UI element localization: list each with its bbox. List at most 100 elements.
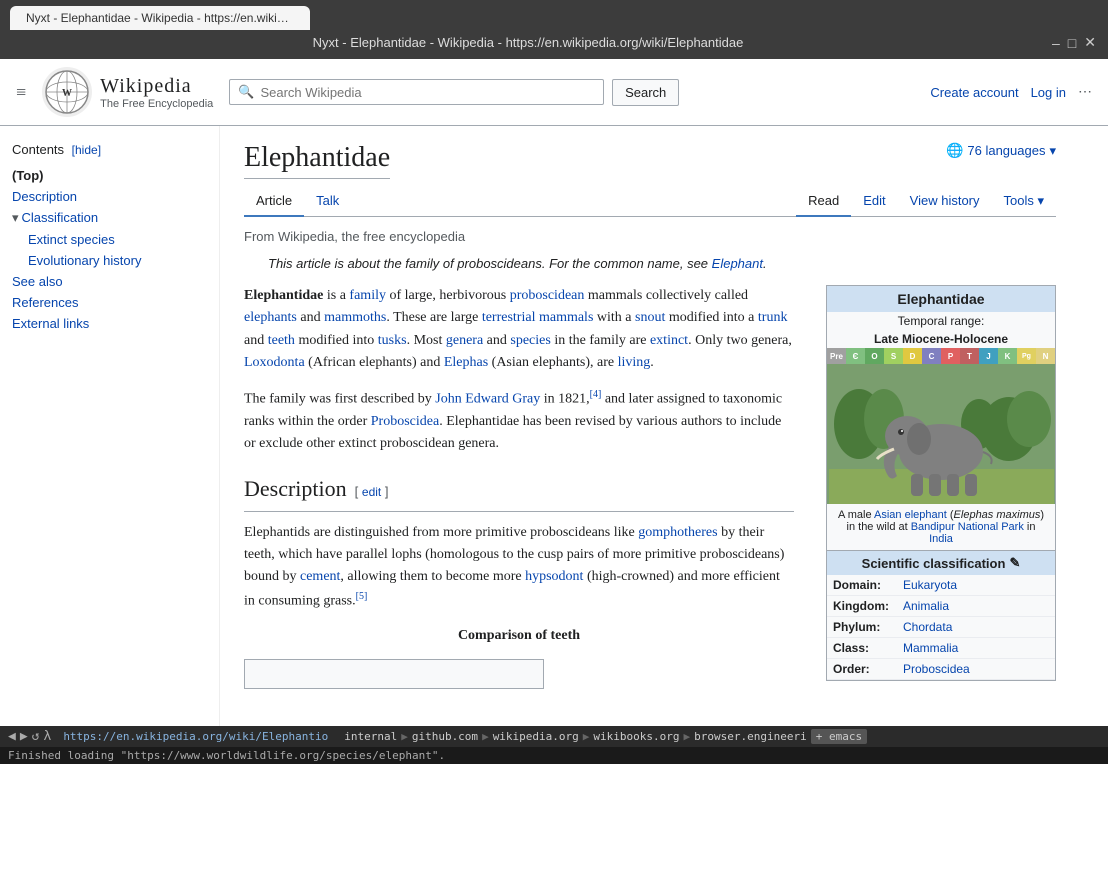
timebar-silurian[interactable]: S (884, 348, 903, 364)
breadcrumb-add-emacs[interactable]: + emacs (811, 729, 867, 744)
breadcrumb-wikipedia[interactable]: wikipedia.org (493, 730, 579, 743)
search-box: 🔍 (229, 79, 604, 105)
tab-talk[interactable]: Talk (304, 187, 351, 217)
cite-4[interactable]: [4] (590, 389, 602, 400)
section-description: Description [ edit ] (244, 471, 794, 511)
toc-expand-icon[interactable]: ▾ (12, 210, 19, 225)
infobox-timebar: Pre Є O S D C P T J K Pg N (827, 348, 1055, 364)
timebar-neogene[interactable]: N (1036, 348, 1055, 364)
tab-view-history[interactable]: View history (898, 187, 992, 217)
link-snout[interactable]: snout (635, 310, 665, 325)
link-living[interactable]: living (618, 355, 651, 370)
link-terrestrial[interactable]: terrestrial mammals (482, 310, 594, 325)
timebar-ordovician[interactable]: O (865, 348, 884, 364)
toc-link-top[interactable]: (Top) (12, 168, 44, 183)
link-species[interactable]: species (510, 333, 550, 348)
breadcrumb-internal[interactable]: internal (344, 730, 397, 743)
link-gray[interactable]: John Edward Gray (435, 391, 540, 406)
domain-value[interactable]: Eukaryota (903, 578, 1049, 592)
timebar-cambrian[interactable]: Є (846, 348, 865, 364)
timebar-devonian[interactable]: D (903, 348, 922, 364)
minimize-button[interactable]: – (1052, 35, 1060, 51)
toc-link-extinct[interactable]: Extinct species (28, 232, 115, 247)
toc-link-references[interactable]: References (12, 295, 78, 310)
link-family[interactable]: family (349, 288, 386, 303)
tab-read[interactable]: Read (796, 187, 851, 217)
status-loaded-text: Finished loading "https://www.worldwildl… (0, 747, 1108, 764)
log-in-link[interactable]: Log in (1031, 85, 1066, 100)
timebar-triassic[interactable]: T (960, 348, 979, 364)
class-value[interactable]: Mammalia (903, 641, 1049, 655)
hamburger-menu[interactable]: ≡ (16, 82, 26, 103)
browser-toolbar: Nyxt - Elephantidae - Wikipedia - https:… (0, 30, 1108, 59)
timebar-carboniferous[interactable]: C (922, 348, 941, 364)
link-proboscidean[interactable]: proboscidean (510, 288, 585, 303)
browser-tab[interactable]: Nyxt - Elephantidae - Wikipedia - https:… (10, 6, 310, 30)
sidebar-toc: Contents [hide] (Top) Description ▾Class… (0, 126, 220, 726)
italic-note-link[interactable]: Elephant (712, 256, 763, 271)
kingdom-value[interactable]: Animalia (903, 599, 1049, 613)
toc-item-seealso[interactable]: See also (12, 271, 207, 292)
nav-back[interactable]: ◀ (8, 729, 16, 744)
tab-edit[interactable]: Edit (851, 187, 897, 217)
breadcrumb-wikibooks[interactable]: wikibooks.org (593, 730, 679, 743)
link-elephas[interactable]: Elephas (444, 355, 488, 370)
tab-tools[interactable]: Tools ▾ (992, 187, 1057, 217)
breadcrumb-github[interactable]: github.com (412, 730, 478, 743)
link-extinct[interactable]: extinct (650, 333, 688, 348)
link-proboscidea[interactable]: Proboscidea (371, 414, 439, 429)
toc-link-classification[interactable]: Classification (22, 210, 99, 225)
timebar-cretaceous[interactable]: K (998, 348, 1017, 364)
toc-item-references[interactable]: References (12, 292, 207, 313)
link-hypsodont[interactable]: hypsodont (525, 569, 583, 584)
order-value[interactable]: Proboscidea (903, 662, 1049, 676)
edit-sci-class-icon[interactable]: ✎ (1009, 555, 1020, 571)
link-tusks[interactable]: tusks (378, 333, 407, 348)
toc-link-externallinks[interactable]: External links (12, 316, 89, 331)
close-button[interactable]: ✕ (1084, 34, 1096, 51)
create-account-link[interactable]: Create account (930, 85, 1018, 100)
languages-button[interactable]: 🌐 76 languages ▾ (946, 142, 1056, 159)
italic-note-text: This article is about the family of prob… (268, 256, 712, 271)
link-mammoths[interactable]: mammoths (324, 310, 386, 325)
toc-link-description[interactable]: Description (12, 189, 77, 204)
toc-item-extinct[interactable]: Extinct species (12, 229, 207, 250)
more-options-icon[interactable]: ⋯ (1078, 84, 1092, 101)
maximize-button[interactable]: □ (1068, 35, 1076, 51)
link-cement[interactable]: cement (300, 569, 340, 584)
toc-link-evolutionary[interactable]: Evolutionary history (28, 253, 141, 268)
breadcrumb-browser-engineering[interactable]: browser.engineeri (694, 730, 807, 743)
nav-forward[interactable]: ▶ (20, 729, 28, 744)
link-teeth[interactable]: teeth (268, 333, 295, 348)
toc-item-externallinks[interactable]: External links (12, 313, 207, 334)
timebar-pre[interactable]: Pre (827, 348, 846, 364)
toc-link-seealso[interactable]: See also (12, 274, 63, 289)
caption-link-india[interactable]: India (929, 533, 953, 545)
toc-item-description[interactable]: Description (12, 186, 207, 207)
cite-5[interactable]: [5] (356, 591, 368, 602)
timebar-jurassic[interactable]: J (979, 348, 998, 364)
wiki-logo[interactable]: W Wikipedia The Free Encyclopedia (42, 67, 213, 117)
section-description-edit-link[interactable]: edit (362, 485, 381, 499)
link-genera[interactable]: genera (446, 333, 483, 348)
timebar-permian[interactable]: P (941, 348, 960, 364)
tab-article[interactable]: Article (244, 187, 304, 217)
link-trunk[interactable]: trunk (758, 310, 788, 325)
toc-item-classification[interactable]: ▾Classification (12, 207, 207, 229)
toc-item-top[interactable]: (Top) (12, 165, 207, 186)
toc-item-evolutionary[interactable]: Evolutionary history (12, 250, 207, 271)
caption-link-bandipur[interactable]: Bandipur National Park (911, 521, 1024, 533)
timebar-paleogene[interactable]: Pg (1017, 348, 1036, 364)
search-input[interactable] (260, 85, 595, 100)
search-icon: 🔍 (238, 84, 254, 100)
search-button[interactable]: Search (612, 79, 679, 106)
caption-link-asian-elephant[interactable]: Asian elephant (874, 509, 947, 521)
link-elephants[interactable]: elephants (244, 310, 297, 325)
toc-hide-button[interactable]: [hide] (72, 143, 101, 157)
link-loxodonta[interactable]: Loxodonta (244, 355, 305, 370)
phylum-value[interactable]: Chordata (903, 620, 1049, 634)
domain-label: Domain: (833, 578, 903, 592)
nav-lambda[interactable]: λ (43, 729, 51, 744)
link-gomphotheres[interactable]: gomphotheres (638, 525, 717, 540)
nav-reload[interactable]: ↺ (32, 729, 40, 744)
